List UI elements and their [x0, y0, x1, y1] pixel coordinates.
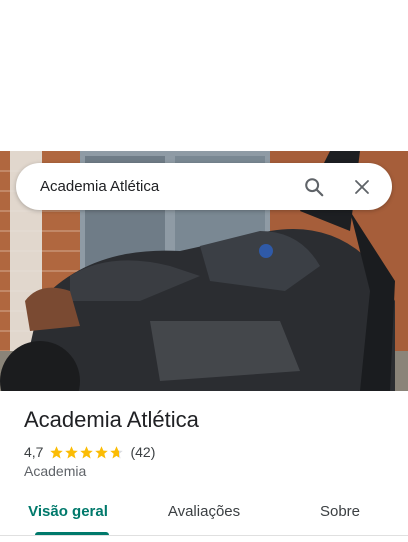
rating-value: 4,7 [24, 444, 44, 460]
search-input[interactable]: Academia Atlética [40, 178, 292, 195]
star-icon [65, 445, 79, 458]
tab-bar: Visão geral Avaliações Sobre [0, 494, 408, 534]
tab-divider [0, 535, 408, 536]
star-icon [80, 445, 94, 458]
close-icon [355, 179, 369, 194]
place-category: Academia [24, 463, 87, 479]
rating-row[interactable]: 4,7 (42) [24, 443, 155, 461]
tab-sobre[interactable]: Sobre [272, 494, 408, 534]
star-half-icon [110, 445, 124, 458]
search-icon [305, 177, 324, 196]
top-blank-area [0, 0, 408, 151]
search-button[interactable] [292, 165, 336, 209]
tab-visao-geral[interactable]: Visão geral [0, 494, 136, 534]
search-bar[interactable]: Academia Atlética [16, 163, 392, 210]
star-rating [49, 445, 124, 460]
reviews-count[interactable]: (42) [130, 444, 155, 460]
tab-avaliacoes[interactable]: Avaliações [136, 494, 272, 534]
close-button[interactable] [340, 165, 384, 209]
star-icon [50, 445, 64, 458]
place-title: Academia Atlética [24, 407, 199, 432]
star-icon [95, 445, 109, 458]
